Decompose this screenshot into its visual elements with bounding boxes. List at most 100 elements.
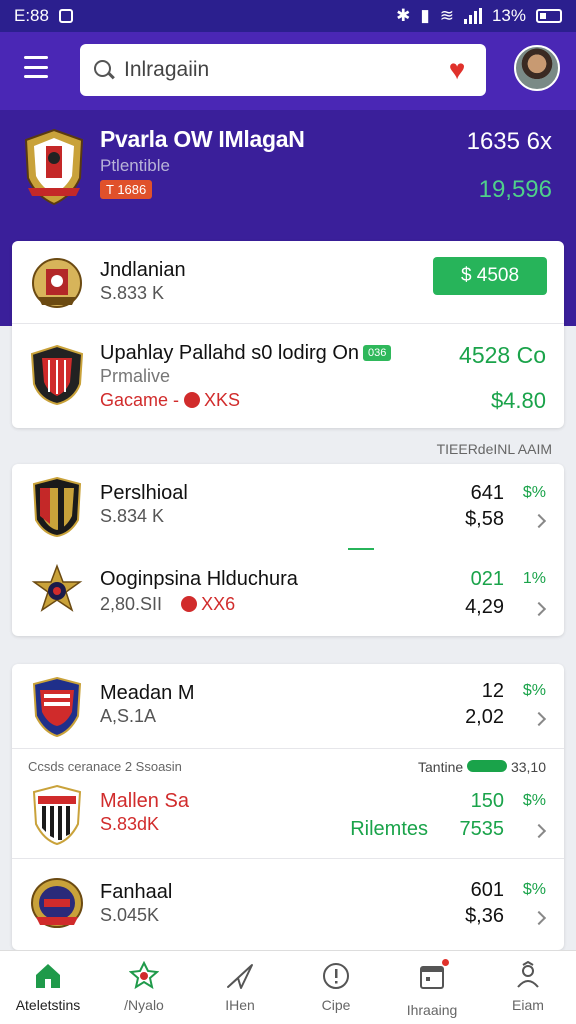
item-extra-label: Rilemtes [350,818,428,840]
nav-send[interactable]: IHen [192,951,288,1024]
item-value: 7535 [459,818,505,840]
item-percent: $% [522,484,546,501]
item-sub: 2,80.SII XX6 [100,594,235,615]
calendar-icon [420,966,444,989]
item-count: 641 [470,482,504,504]
item-percent: $% [522,682,546,699]
item-price: $4.80 [490,388,546,413]
bottom-nav: Ateletstins /Nyalo IHen Cipe Ihraaing Ei… [0,950,576,1024]
item-name-text: Upahlay Pallahd s0 lodirg On [100,342,360,364]
item-value: 4,29 [465,596,504,618]
section-label: TIEERdeINL AAIM [436,441,552,457]
club-crest-icon [32,476,82,538]
alert-mark-icon [181,596,198,612]
chevron-right-icon[interactable] [531,601,547,617]
featured-card: Jndlanian S.833 K $ 4508 Upahlay Pallahd… [12,241,564,428]
list-card: Meadan M A,S.1A 12 $% 2,02 Ccsds ceranac… [12,664,564,950]
list-item[interactable]: Fanhaal S.045K 601 $% $,36 [12,858,564,950]
bluetooth-icon: ✱ [396,6,411,25]
list-item[interactable]: Mallen Sa S.83dK 150 $% Rilemtes 7535 [12,772,564,858]
list-item[interactable]: Jndlanian S.833 K $ 4508 [12,241,564,323]
nav-alerts[interactable]: Cipe [288,951,384,1024]
price-button[interactable]: $ 4508 [433,257,547,295]
notification-dot [442,959,449,966]
status-time: E:88 [14,6,49,25]
home-icon [36,964,60,988]
item-sub: Prmalive [100,366,171,386]
club-crest-icon [31,563,83,612]
chevron-right-icon[interactable] [531,513,547,529]
search-icon [94,60,114,80]
item-sub-2-tag: XKS [204,390,241,410]
chevron-right-icon[interactable] [531,711,547,727]
item-mark: XX6 [201,594,236,614]
notification-icon [58,9,73,23]
search-bar[interactable]: ♥ [80,44,486,96]
nav-favorites[interactable]: /Nyalo [96,951,192,1024]
club-crest-icon [30,344,84,406]
list-item[interactable]: Upahlay Pallahd s0 lodirg On 036 Prmalive… [12,323,564,428]
hero-value-primary: 1635 6x [466,128,552,155]
search-input[interactable] [124,58,442,82]
item-name: Fanhaal [100,881,173,903]
favorite-icon[interactable]: ♥ [442,56,472,84]
item-name: Jndlanian [100,259,186,281]
list-item[interactable]: Ooginpsina Hlduchura 2,80.SII XX6 021 1%… [12,550,564,636]
menu-icon[interactable] [24,56,48,78]
nav-label: Cipe [321,997,351,1013]
item-name: Meadan M [100,682,195,704]
club-crest-icon [32,784,82,846]
nav-label: /Nyalo [124,997,164,1013]
hero-value-secondary: 19,596 [478,176,552,203]
club-crest-icon [31,878,83,928]
item-name: Ooginpsina Hlduchura [100,568,298,590]
item-value: 4528 Co [459,342,546,368]
item-count: 601 [470,879,504,901]
battery-percent: 13% [491,6,526,25]
user-icon [517,961,539,988]
item-value: 2,02 [465,706,504,728]
item-count: 021 [470,568,504,590]
status-bar: E:88 ✱ ▮ ≋ 13% [0,0,576,32]
nav-profile[interactable]: Eiam [480,951,576,1024]
item-count: 12 [481,680,504,702]
item-sub-2-text: Gacame - [100,390,180,410]
nav-label: Ateletstins [15,997,81,1013]
nav-label: Ihraaing [406,1002,458,1018]
alert-circle-icon [323,963,349,989]
nav-label: IHen [225,997,255,1013]
item-name: Mallen Sa [100,790,189,812]
item-name: Upahlay Pallahd s0 lodirg On 036 [100,342,392,365]
item-count: 150 [470,790,504,812]
list-item[interactable]: Meadan M A,S.1A 12 $% 2,02 [12,664,564,748]
list-item[interactable]: Perslhioal S.834 K 641 $% $,58 [12,464,564,550]
item-percent: 1% [522,570,546,587]
wifi-icon: ≋ [439,6,454,25]
item-name: Perslhioal [100,482,188,504]
chevron-right-icon[interactable] [531,910,547,926]
item-value: $,58 [465,508,504,530]
item-sub-2: Gacame - XKS [100,390,240,411]
item-sub: S.833 K [100,283,165,303]
vibrate-icon: ▮ [420,6,430,25]
avatar[interactable] [514,45,560,91]
item-sub: S.834 K [100,506,165,526]
item-value: $,36 [465,905,504,927]
nav-home[interactable]: Ateletstins [0,951,96,1024]
nav-label: Eiam [512,997,544,1013]
hero-badge: T 1686 [100,180,153,199]
item-percent: $% [522,792,546,809]
star-badge-icon [129,961,159,990]
club-crest-icon [32,676,82,738]
item-sub: A,S.1A [100,706,157,726]
signal-icon [463,8,482,24]
list-card: Perslhioal S.834 K 641 $% $,58 Ooginpsin… [12,464,564,636]
nav-calendar[interactable]: Ihraaing [384,951,480,1024]
alert-mark-icon [184,392,201,408]
item-percent: $% [522,881,546,898]
item-sub-text: 2,80.SII [100,594,163,614]
send-icon [227,964,253,989]
club-crest-icon [24,128,84,206]
chevron-right-icon[interactable] [531,823,547,839]
hero-title: Pvarla OW IMlagaN [100,126,305,152]
